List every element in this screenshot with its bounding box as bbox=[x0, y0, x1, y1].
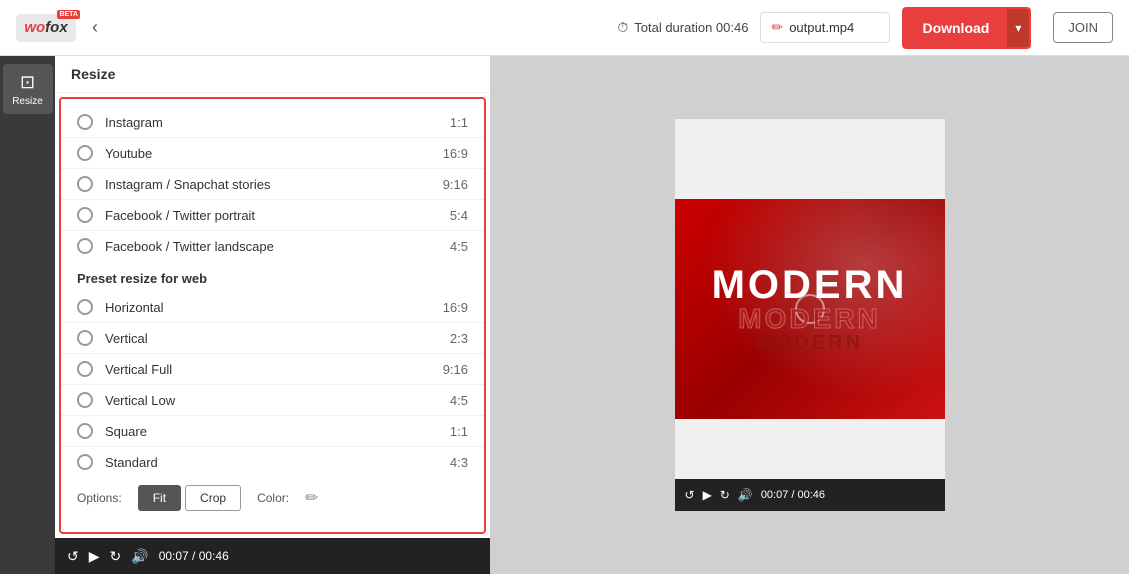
video-top-space bbox=[675, 119, 945, 199]
option-ratio: 1:1 bbox=[450, 424, 468, 439]
video-preview: MODERN MODERN MODERN bbox=[675, 119, 945, 479]
logo-badge: BETA bbox=[57, 10, 80, 19]
option-ratio: 4:3 bbox=[450, 455, 468, 470]
modern-text: MODERN MODERN MODERN bbox=[712, 265, 908, 353]
option-label: Standard bbox=[105, 455, 450, 470]
fit-button[interactable]: Fit bbox=[138, 485, 181, 511]
radio-circle bbox=[77, 238, 93, 254]
radio-circle bbox=[77, 145, 93, 161]
sidebar-item-resize[interactable]: ⊡ Resize bbox=[3, 64, 53, 114]
option-label: Facebook / Twitter landscape bbox=[105, 239, 450, 254]
web-options-list: Horizontal 16:9 Vertical 2:3 Vertical Fu… bbox=[61, 292, 484, 477]
video-image: MODERN MODERN MODERN bbox=[675, 199, 945, 419]
back-button[interactable]: ‹ bbox=[92, 17, 98, 38]
option-ratio: 16:9 bbox=[443, 300, 468, 315]
radio-circle bbox=[77, 454, 93, 470]
option-ratio: 4:5 bbox=[450, 393, 468, 408]
sidebar: ⊡ Resize bbox=[0, 56, 55, 574]
option-label: Vertical Full bbox=[105, 362, 443, 377]
option-label: Vertical Low bbox=[105, 393, 450, 408]
resize-option[interactable]: Youtube 16:9 bbox=[61, 138, 484, 169]
preview-play-icon[interactable]: ▶ bbox=[703, 488, 712, 502]
radio-circle bbox=[77, 299, 93, 315]
play-icon[interactable]: ▶ bbox=[89, 548, 100, 565]
color-picker-icon[interactable]: ✏ bbox=[305, 488, 318, 508]
loop-icon[interactable]: ↻ bbox=[110, 548, 122, 565]
option-ratio: 9:16 bbox=[443, 177, 468, 192]
video-preview-container: MODERN MODERN MODERN ↺ ▶ ↻ 🔊 00:07 / 00:… bbox=[675, 119, 945, 511]
option-ratio: 1:1 bbox=[450, 115, 468, 130]
join-button[interactable]: JOIN bbox=[1053, 12, 1113, 43]
download-dropdown-button[interactable]: ▾ bbox=[1007, 9, 1029, 47]
filename-box[interactable]: ✏ output.mp4 bbox=[760, 12, 890, 43]
radio-circle bbox=[77, 361, 93, 377]
logo: wofox BETA bbox=[16, 14, 76, 42]
download-btn-group: Download ▾ bbox=[902, 7, 1031, 49]
radio-circle bbox=[77, 423, 93, 439]
web-section-heading: Preset resize for web bbox=[61, 261, 484, 292]
resize-options-container: Instagram 1:1 Youtube 16:9 Instagram / S… bbox=[59, 97, 486, 534]
preview-time-display: 00:07 / 00:46 bbox=[761, 489, 825, 501]
radio-circle bbox=[77, 114, 93, 130]
option-label: Instagram bbox=[105, 115, 450, 130]
duration-label: Total duration 00:46 bbox=[634, 20, 748, 35]
modern-echo2-text: MODERN bbox=[712, 333, 908, 353]
modern-echo1-text: MODERN bbox=[712, 305, 908, 333]
preview-area: MODERN MODERN MODERN ↺ ▶ ↻ 🔊 00:07 / 00:… bbox=[490, 56, 1129, 574]
web-resize-option[interactable]: Horizontal 16:9 bbox=[61, 292, 484, 323]
transport-bar: ↺ ▶ ↻ 🔊 00:07 / 00:46 bbox=[55, 538, 490, 574]
option-label: Vertical bbox=[105, 331, 450, 346]
restart-icon[interactable]: ↺ bbox=[67, 548, 79, 565]
preview-restart-icon[interactable]: ↺ bbox=[685, 488, 695, 502]
preview-transport: ↺ ▶ ↻ 🔊 00:07 / 00:46 bbox=[675, 479, 945, 511]
header: wofox BETA ‹ ⏱ Total duration 00:46 ✏ ou… bbox=[0, 0, 1129, 56]
option-label: Youtube bbox=[105, 146, 443, 161]
clock-icon: ⏱ bbox=[617, 19, 628, 36]
option-ratio: 5:4 bbox=[450, 208, 468, 223]
option-label: Horizontal bbox=[105, 300, 443, 315]
preview-volume-icon[interactable]: 🔊 bbox=[738, 488, 753, 502]
option-label: Square bbox=[105, 424, 450, 439]
resize-panel-title: Resize bbox=[55, 56, 490, 93]
web-resize-option[interactable]: Vertical Low 4:5 bbox=[61, 385, 484, 416]
duration-info: ⏱ Total duration 00:46 bbox=[617, 19, 748, 36]
web-resize-option[interactable]: Vertical 2:3 bbox=[61, 323, 484, 354]
web-resize-option[interactable]: Square 1:1 bbox=[61, 416, 484, 447]
option-label: Instagram / Snapchat stories bbox=[105, 177, 443, 192]
resize-option[interactable]: Instagram / Snapchat stories 9:16 bbox=[61, 169, 484, 200]
download-button[interactable]: Download bbox=[904, 9, 1007, 47]
resize-panel: Resize Instagram 1:1 Youtube 16:9 Instag… bbox=[55, 56, 490, 574]
volume-icon[interactable]: 🔊 bbox=[131, 548, 148, 565]
option-ratio: 2:3 bbox=[450, 331, 468, 346]
preview-loop-icon[interactable]: ↻ bbox=[720, 488, 730, 502]
radio-circle bbox=[77, 330, 93, 346]
video-bottom-space bbox=[675, 419, 945, 479]
time-display: 00:07 / 00:46 bbox=[159, 549, 229, 563]
option-ratio: 16:9 bbox=[443, 146, 468, 161]
resize-option[interactable]: Facebook / Twitter portrait 5:4 bbox=[61, 200, 484, 231]
option-ratio: 9:16 bbox=[443, 362, 468, 377]
resize-option[interactable]: Instagram 1:1 bbox=[61, 107, 484, 138]
radio-circle bbox=[77, 176, 93, 192]
option-ratio: 4:5 bbox=[450, 239, 468, 254]
fit-crop-buttons: Fit Crop bbox=[138, 485, 241, 511]
main-area: ⊡ Resize Resize Instagram 1:1 Youtube 16… bbox=[0, 56, 1129, 574]
web-resize-option[interactable]: Standard 4:3 bbox=[61, 447, 484, 477]
social-options-list: Instagram 1:1 Youtube 16:9 Instagram / S… bbox=[61, 107, 484, 261]
logo-area: wofox BETA ‹ bbox=[16, 14, 98, 42]
web-resize-option[interactable]: Vertical Full 9:16 bbox=[61, 354, 484, 385]
resize-option[interactable]: Facebook / Twitter landscape 4:5 bbox=[61, 231, 484, 261]
modern-main-text: MODERN bbox=[712, 265, 908, 305]
radio-circle bbox=[77, 392, 93, 408]
option-label: Facebook / Twitter portrait bbox=[105, 208, 450, 223]
filename-text: output.mp4 bbox=[789, 20, 854, 35]
radio-circle bbox=[77, 207, 93, 223]
sidebar-item-label: Resize bbox=[12, 96, 43, 107]
options-label: Options: bbox=[77, 491, 122, 505]
crop-button[interactable]: Crop bbox=[185, 485, 241, 511]
color-label: Color: bbox=[257, 491, 289, 505]
options-row: Options: Fit Crop Color: ✏ bbox=[61, 477, 484, 519]
edit-icon: ✏ bbox=[771, 19, 783, 36]
resize-icon: ⊡ bbox=[20, 72, 35, 93]
